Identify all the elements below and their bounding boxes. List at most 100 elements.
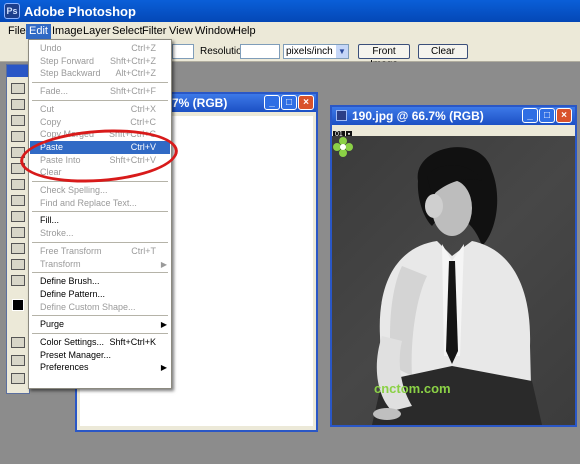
- app-title: Adobe Photoshop: [24, 4, 136, 19]
- menu-item-shortcut: Ctrl+X: [130, 103, 156, 114]
- menu-item-cut: Cut Ctrl+X: [30, 103, 170, 116]
- front-image-button[interactable]: Front Image: [358, 44, 410, 70]
- menu-item-label: Transform: [40, 258, 81, 269]
- menu-item-preset-manager[interactable]: Preset Manager...: [30, 349, 170, 362]
- menu-separator: [32, 315, 168, 317]
- document-title: 7% (RGB): [172, 96, 228, 110]
- menu-item-label: Fade...: [40, 86, 69, 97]
- edit-menu-dropdown: Undo Ctrl+Z Step Forward Shft+Ctrl+Z Step Ba…: [28, 39, 172, 389]
- document-title-bar[interactable]: 190.jpg @ 66.7% (RGB) _ □ ×: [332, 107, 575, 125]
- close-icon[interactable]: ×: [556, 108, 572, 123]
- menu-item-label: Define Pattern...: [40, 288, 106, 299]
- menu-item-label: Copy: [40, 116, 62, 127]
- eraser-tool-icon[interactable]: [11, 179, 25, 190]
- menu-separator: [32, 333, 168, 334]
- menu-item-step-backward: Step Backward Alt+Ctrl+Z: [30, 67, 170, 80]
- screen-mode-icon[interactable]: [11, 355, 25, 366]
- menu-item-define-pattern[interactable]: Define Pattern...: [30, 288, 170, 301]
- menu-item-label: Check Spelling...: [40, 185, 108, 195]
- menu-item-stroke: Stroke...: [30, 227, 170, 240]
- menu-item-label: Stroke...: [40, 228, 74, 239]
- menu-item-label: Define Custom Shape...: [40, 301, 136, 312]
- minimize-icon[interactable]: _: [264, 95, 280, 110]
- submenu-arrow-icon: ▶: [160, 363, 167, 373]
- photoshop-doc-icon: [336, 110, 347, 121]
- menu-separator: [32, 241, 168, 243]
- menu-item-color-settings[interactable]: Color Settings... Shft+Ctrl+K: [30, 336, 170, 349]
- units-select-value: pixels/inch: [286, 46, 333, 57]
- photo-canvas[interactable]: cnctom.com: [332, 136, 575, 425]
- submenu-arrow-icon: ▶: [160, 259, 167, 269]
- menu-help[interactable]: Help: [230, 24, 259, 39]
- jump-to-imageready-icon[interactable]: [11, 373, 25, 384]
- menu-item-transform: Transform ▶: [30, 258, 170, 271]
- marquee-tool-icon[interactable]: [11, 99, 25, 110]
- menu-item-label: Preferences: [40, 362, 89, 373]
- menu-separator: [32, 82, 168, 84]
- menu-item-free-transform: Free Transform Ctrl+T: [30, 245, 170, 258]
- path-select-tool-icon[interactable]: [11, 227, 25, 238]
- crop-tool-icon[interactable]: [11, 131, 25, 142]
- menu-item-label: Preset Manager...: [40, 349, 112, 360]
- submenu-arrow-icon: ▶: [160, 320, 167, 330]
- menu-item-fade: Fade... Shft+Ctrl+F: [30, 85, 170, 98]
- menu-item-label: Cut: [40, 103, 55, 114]
- menu-item-label: Find and Replace Text...: [40, 197, 137, 208]
- menu-item-define-brush[interactable]: Define Brush...: [30, 275, 170, 288]
- move-tool-icon[interactable]: [11, 83, 25, 94]
- menu-item-shortcut: Shft+Ctrl+F: [109, 86, 156, 97]
- menu-item-purge[interactable]: Purge ▶: [30, 318, 170, 331]
- menu-item-label: Define Brush...: [40, 276, 100, 287]
- menu-item-shortcut: Shft+Ctrl+Z: [109, 55, 156, 66]
- menu-item-label: Undo: [40, 43, 62, 53]
- menu-item-shortcut: Ctrl+T: [131, 245, 156, 256]
- menu-item-label: Fill...: [40, 215, 59, 226]
- menu-separator: [32, 211, 168, 213]
- menu-item-label: Step Forward: [40, 55, 95, 66]
- toolbox-header[interactable]: [7, 65, 29, 77]
- menu-item-label: Free Transform: [40, 245, 102, 256]
- document-title: 190.jpg @ 66.7% (RGB): [352, 109, 484, 123]
- menu-item-copy: Copy Ctrl+C: [30, 116, 170, 129]
- close-icon[interactable]: ×: [298, 95, 314, 110]
- pen-tool-icon[interactable]: [11, 211, 25, 222]
- foreground-color-swatch[interactable]: [12, 299, 24, 311]
- menu-item-define-custom-shape: Define Custom Shape...: [30, 301, 170, 314]
- menu-edit[interactable]: Edit: [26, 24, 51, 39]
- menu-item-label: Purge: [40, 319, 65, 330]
- portrait-photo: [372, 147, 542, 425]
- chevron-down-icon: ▼: [336, 45, 348, 58]
- menu-item-label: Color Settings...: [40, 337, 105, 347]
- watermark-flower-icon: [333, 137, 353, 157]
- toolbox: [6, 64, 30, 394]
- menu-item-shortcut: Ctrl+Z: [131, 43, 156, 53]
- width-field[interactable]: [172, 44, 194, 59]
- quickmask-tool-icon[interactable]: [11, 337, 25, 348]
- menu-separator: [32, 99, 168, 101]
- eyedropper-tool-icon[interactable]: [11, 259, 25, 270]
- clear-button[interactable]: Clear: [418, 44, 468, 59]
- menu-item-step-forward: Step Forward Shft+Ctrl+Z: [30, 55, 170, 68]
- blur-tool-icon[interactable]: [11, 195, 25, 206]
- hand-tool-icon[interactable]: [11, 275, 25, 286]
- lasso-tool-icon[interactable]: [11, 115, 25, 126]
- menu-item-shortcut: Shft+Ctrl+K: [109, 337, 156, 347]
- minimize-icon[interactable]: _: [522, 108, 538, 123]
- units-select[interactable]: pixels/inch ▼: [283, 44, 349, 59]
- menu-item-label: Step Backward: [40, 68, 101, 79]
- document-window-photo: 190.jpg @ 66.7% (RGB) _ □ × 01 ▪ cnctom.…: [330, 105, 577, 427]
- menu-filter[interactable]: Filter: [139, 24, 169, 39]
- menu-separator: [32, 272, 168, 274]
- menu-item-shortcut: Ctrl+C: [130, 116, 156, 127]
- maximize-icon[interactable]: □: [539, 108, 555, 123]
- menu-item-preferences[interactable]: Preferences ▶: [30, 361, 170, 374]
- menu-bar: File Edit Image Layer Select Filter View…: [0, 22, 580, 40]
- menu-item-undo: Undo Ctrl+Z: [30, 42, 170, 55]
- menu-item-shortcut: Alt+Ctrl+Z: [115, 68, 156, 79]
- maximize-icon[interactable]: □: [281, 95, 297, 110]
- app-title-bar: Ps Adobe Photoshop: [0, 0, 580, 22]
- notes-tool-icon[interactable]: [11, 243, 25, 254]
- resolution-field[interactable]: [240, 44, 280, 59]
- menu-item-find-and-replace-text: Find and Replace Text...: [30, 197, 170, 210]
- menu-item-fill[interactable]: Fill...: [30, 214, 170, 227]
